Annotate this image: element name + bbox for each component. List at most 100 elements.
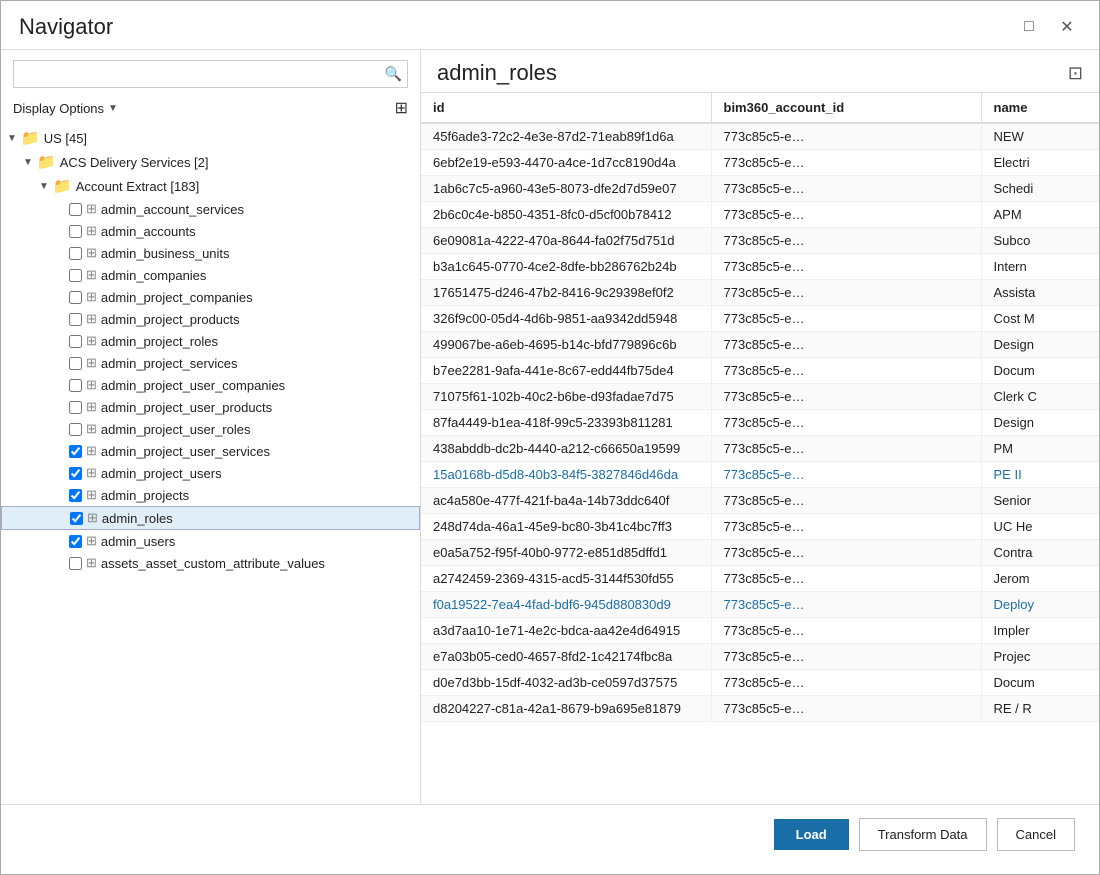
table-row[interactable]: a3d7aa10-1e71-4e2c-bdca-aa42e4d64915773c… bbox=[421, 618, 1099, 644]
table-row[interactable]: e7a03b05-ced0-4657-8fd2-1c42174fbc8a773c… bbox=[421, 644, 1099, 670]
checkbox-admin_project_products[interactable] bbox=[69, 313, 82, 326]
tree-item-admin_project_products[interactable]: ⊞admin_project_products bbox=[1, 308, 420, 330]
table-icon: ⊞ bbox=[86, 223, 97, 239]
data-table: idbim360_account_idname 45f6ade3-72c2-4e… bbox=[421, 92, 1099, 804]
checkbox-admin_project_companies[interactable] bbox=[69, 291, 82, 304]
select-all-button[interactable]: ⊞ bbox=[395, 98, 408, 118]
close-button[interactable]: ✕ bbox=[1053, 13, 1081, 41]
cell-id: 6ebf2e19-e593-4470-a4ce-1d7cc8190d4a bbox=[421, 150, 711, 176]
table-row[interactable]: 499067be-a6eb-4695-b14c-bfd779896c6b773c… bbox=[421, 332, 1099, 358]
tree-item-label: admin_project_products bbox=[101, 312, 240, 327]
search-input[interactable] bbox=[13, 60, 408, 88]
right-panel: admin_roles ⊡ idbim360_account_idname 45… bbox=[421, 50, 1099, 804]
tree-item-admin_project_user_services[interactable]: ⊞admin_project_user_services bbox=[1, 440, 420, 462]
table-row[interactable]: 248d74da-46a1-45e9-bc80-3b41c4bc7ff3773c… bbox=[421, 514, 1099, 540]
tree-item-admin_project_users[interactable]: ⊞admin_project_users bbox=[1, 462, 420, 484]
checkbox-admin_business_units[interactable] bbox=[69, 247, 82, 260]
collapse-icon[interactable]: ▼ bbox=[23, 157, 37, 168]
tree-item-label: admin_companies bbox=[101, 268, 207, 283]
tree-item-admin_project_services[interactable]: ⊞admin_project_services bbox=[1, 352, 420, 374]
cell-id: 45f6ade3-72c2-4e3e-87d2-71eab89f1d6a bbox=[421, 123, 711, 150]
collapse-icon[interactable]: ▼ bbox=[7, 133, 21, 144]
cell-name: Assista bbox=[981, 280, 1099, 306]
tree-item-admin_project_companies[interactable]: ⊞admin_project_companies bbox=[1, 286, 420, 308]
table-icon: ⊞ bbox=[86, 465, 97, 481]
table-row[interactable]: b3a1c645-0770-4ce2-8dfe-bb286762b24b773c… bbox=[421, 254, 1099, 280]
table-row[interactable]: 17651475-d246-47b2-8416-9c29398ef0f2773c… bbox=[421, 280, 1099, 306]
tree-item-label: admin_project_roles bbox=[101, 334, 218, 349]
tree-item-acs[interactable]: ▼📁ACS Delivery Services [2] bbox=[1, 150, 420, 174]
table-row[interactable]: d8204227-c81a-42a1-8679-b9a695e81879773c… bbox=[421, 696, 1099, 722]
checkbox-admin_project_user_services[interactable] bbox=[69, 445, 82, 458]
cell-bim360_account_id: 773c85c5-e… bbox=[711, 358, 981, 384]
cancel-button[interactable]: Cancel bbox=[997, 818, 1075, 851]
tree-item-account_extract[interactable]: ▼📁Account Extract [183] bbox=[1, 174, 420, 198]
cell-id: d8204227-c81a-42a1-8679-b9a695e81879 bbox=[421, 696, 711, 722]
tree-item-admin_business_units[interactable]: ⊞admin_business_units bbox=[1, 242, 420, 264]
tree-item-us[interactable]: ▼📁US [45] bbox=[1, 126, 420, 150]
tree-item-admin_accounts[interactable]: ⊞admin_accounts bbox=[1, 220, 420, 242]
table-row[interactable]: b7ee2281-9afa-441e-8c67-edd44fb75de4773c… bbox=[421, 358, 1099, 384]
load-button[interactable]: Load bbox=[774, 819, 849, 850]
table-row[interactable]: 326f9c00-05d4-4d6b-9851-aa9342dd5948773c… bbox=[421, 306, 1099, 332]
table-row[interactable]: d0e7d3bb-15df-4032-ad3b-ce0597d37575773c… bbox=[421, 670, 1099, 696]
cell-id: a2742459-2369-4315-acd5-3144f530fd55 bbox=[421, 566, 711, 592]
tree-item-admin_users[interactable]: ⊞admin_users bbox=[1, 530, 420, 552]
table-icon: ⊞ bbox=[86, 201, 97, 217]
cell-bim360_account_id: 773c85c5-e… bbox=[711, 332, 981, 358]
preview-icon[interactable]: ⊡ bbox=[1068, 63, 1083, 84]
tree-item-admin_companies[interactable]: ⊞admin_companies bbox=[1, 264, 420, 286]
table-row[interactable]: 2b6c0c4e-b850-4351-8fc0-d5cf00b78412773c… bbox=[421, 202, 1099, 228]
cell-id: 17651475-d246-47b2-8416-9c29398ef0f2 bbox=[421, 280, 711, 306]
table-row[interactable]: 6e09081a-4222-470a-8644-fa02f75d751d773c… bbox=[421, 228, 1099, 254]
table-row[interactable]: ac4a580e-477f-421f-ba4a-14b73ddc640f773c… bbox=[421, 488, 1099, 514]
table-row[interactable]: 6ebf2e19-e593-4470-a4ce-1d7cc8190d4a773c… bbox=[421, 150, 1099, 176]
cell-id: a3d7aa10-1e71-4e2c-bdca-aa42e4d64915 bbox=[421, 618, 711, 644]
cell-bim360_account_id: 773c85c5-e… bbox=[711, 670, 981, 696]
tree-item-admin_project_user_roles[interactable]: ⊞admin_project_user_roles bbox=[1, 418, 420, 440]
table-row[interactable]: a2742459-2369-4315-acd5-3144f530fd55773c… bbox=[421, 566, 1099, 592]
tree-item-label: admin_project_user_products bbox=[101, 400, 272, 415]
preview-title: admin_roles bbox=[437, 60, 557, 86]
table-row[interactable]: 438abddb-dc2b-4440-a212-c66650a19599773c… bbox=[421, 436, 1099, 462]
table-row[interactable]: 45f6ade3-72c2-4e3e-87d2-71eab89f1d6a773c… bbox=[421, 123, 1099, 150]
tree-item-assets_asset_custom_attribute_values[interactable]: ⊞assets_asset_custom_attribute_values bbox=[1, 552, 420, 574]
cell-bim360_account_id: 773c85c5-e… bbox=[711, 566, 981, 592]
checkbox-admin_companies[interactable] bbox=[69, 269, 82, 282]
table-row[interactable]: 1ab6c7c5-a960-43e5-8073-dfe2d7d59e07773c… bbox=[421, 176, 1099, 202]
collapse-icon[interactable]: ▼ bbox=[39, 181, 53, 192]
checkbox-admin_account_services[interactable] bbox=[69, 203, 82, 216]
display-options-button[interactable]: Display Options ▼ bbox=[13, 101, 118, 116]
tree-item-admin_account_services[interactable]: ⊞admin_account_services bbox=[1, 198, 420, 220]
cell-name: Docum bbox=[981, 358, 1099, 384]
checkbox-admin_project_user_products[interactable] bbox=[69, 401, 82, 414]
checkbox-assets_asset_custom_attribute_values[interactable] bbox=[69, 557, 82, 570]
table-row[interactable]: 87fa4449-b1ea-418f-99c5-23393b811281773c… bbox=[421, 410, 1099, 436]
checkbox-admin_project_roles[interactable] bbox=[69, 335, 82, 348]
table-row[interactable]: 71075f61-102b-40c2-b6be-d93fadae7d75773c… bbox=[421, 384, 1099, 410]
minimize-button[interactable]: □ bbox=[1015, 13, 1043, 41]
checkbox-admin_accounts[interactable] bbox=[69, 225, 82, 238]
left-panel: 🔍 Display Options ▼ ⊞ ▼📁US [45]▼📁ACS Del… bbox=[1, 50, 421, 804]
checkbox-admin_project_user_companies[interactable] bbox=[69, 379, 82, 392]
tree-item-admin_project_user_products[interactable]: ⊞admin_project_user_products bbox=[1, 396, 420, 418]
cell-name: Schedi bbox=[981, 176, 1099, 202]
checkbox-admin_roles[interactable] bbox=[70, 512, 83, 525]
tree-item-admin_projects[interactable]: ⊞admin_projects bbox=[1, 484, 420, 506]
folder-icon: 📁 bbox=[53, 177, 72, 195]
checkbox-admin_project_services[interactable] bbox=[69, 357, 82, 370]
cell-bim360_account_id: 773c85c5-e… bbox=[711, 384, 981, 410]
table-row[interactable]: e0a5a752-f95f-40b0-9772-e851d85dffd1773c… bbox=[421, 540, 1099, 566]
checkbox-admin_projects[interactable] bbox=[69, 489, 82, 502]
tree-item-admin_project_roles[interactable]: ⊞admin_project_roles bbox=[1, 330, 420, 352]
tree-item-admin_project_user_companies[interactable]: ⊞admin_project_user_companies bbox=[1, 374, 420, 396]
table-row[interactable]: f0a19522-7ea4-4fad-bdf6-945d880830d9773c… bbox=[421, 592, 1099, 618]
checkbox-admin_users[interactable] bbox=[69, 535, 82, 548]
table-row[interactable]: 15a0168b-d5d8-40b3-84f5-3827846d46da773c… bbox=[421, 462, 1099, 488]
tree-item-label: assets_asset_custom_attribute_values bbox=[101, 556, 325, 571]
cell-bim360_account_id: 773c85c5-e… bbox=[711, 540, 981, 566]
tree-item-admin_roles[interactable]: ⊞admin_roles bbox=[1, 506, 420, 530]
transform-data-button[interactable]: Transform Data bbox=[859, 818, 987, 851]
checkbox-admin_project_user_roles[interactable] bbox=[69, 423, 82, 436]
checkbox-admin_project_users[interactable] bbox=[69, 467, 82, 480]
